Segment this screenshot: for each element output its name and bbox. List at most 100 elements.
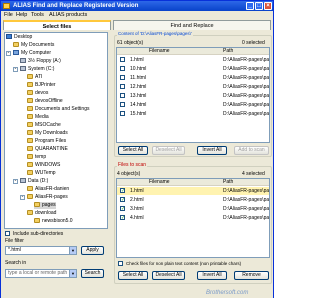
tree-item[interactable]: My Computer xyxy=(13,50,51,57)
tree-item-label: Program Files xyxy=(35,138,67,144)
file-filter-input[interactable]: *.html ▼ xyxy=(5,246,77,255)
tree-item[interactable]: Media xyxy=(27,114,49,121)
content-title: Content of 'D:\AliasFR-pages\pages\' xyxy=(117,31,193,36)
tree-item[interactable]: devosOffline xyxy=(27,98,63,105)
row-checkbox[interactable] xyxy=(120,214,125,222)
content-invert-all-button[interactable]: Invert All xyxy=(197,146,227,155)
tree-expander-icon[interactable]: - xyxy=(13,179,18,184)
scan-invert-all-button[interactable]: Invert All xyxy=(197,271,227,280)
menu-file[interactable]: File xyxy=(4,11,13,19)
tree-item[interactable]: QUARANTINE xyxy=(27,146,68,153)
tree-item[interactable]: My Documents xyxy=(13,42,54,49)
file-filter-value: *.html xyxy=(8,247,21,253)
tree-item-label: devosOffline xyxy=(35,98,63,104)
content-select-all-button[interactable]: Select All xyxy=(118,146,148,155)
folder-icon xyxy=(27,194,33,199)
tree-item[interactable]: Program Files xyxy=(27,138,66,145)
search-in-input[interactable]: type a local or remote path ▼ xyxy=(5,269,77,278)
col-path[interactable]: Path xyxy=(223,48,233,55)
tree-item[interactable]: 3½ Floppy (A:) xyxy=(20,58,61,65)
tree-expander-icon[interactable]: - xyxy=(6,51,11,56)
maximize-button[interactable]: □ xyxy=(255,2,263,10)
col-filename[interactable]: Filename xyxy=(149,179,170,186)
table-row[interactable]: 4.html D:\AliasFR-pages\pa xyxy=(117,214,269,222)
row-checkbox[interactable] xyxy=(120,187,125,195)
scan-header: Filename Path xyxy=(117,179,269,186)
row-checkbox[interactable] xyxy=(120,57,125,62)
table-row[interactable]: 11.html D:\AliasFR-pages\pa xyxy=(117,74,269,82)
tree-item-label: Documents and Settings xyxy=(35,106,90,112)
remove-button[interactable]: Remove xyxy=(234,271,269,280)
title-bar[interactable]: ALIAS Find and Replace Registered Versio… xyxy=(1,1,273,11)
tree-expander-icon[interactable]: - xyxy=(20,195,25,200)
non-plain-text-checkbox[interactable] xyxy=(118,261,123,266)
scan-list[interactable]: Filename Path 1.htmlD:\AliasFR-pages\pa2… xyxy=(116,178,270,258)
tree-item[interactable]: newsbison5.0 xyxy=(34,218,73,225)
table-row[interactable]: 1.html D:\AliasFR-pages\pa xyxy=(117,187,269,195)
close-button[interactable]: × xyxy=(264,2,272,10)
tree-item[interactable]: WUTemp xyxy=(27,170,56,177)
minimize-button[interactable]: _ xyxy=(246,2,254,10)
chevron-down-icon[interactable]: ▼ xyxy=(69,270,76,277)
tab-find-and-replace[interactable]: Find and Replace xyxy=(113,20,271,30)
tab-select-files[interactable]: Select files xyxy=(3,20,111,30)
tree-item[interactable]: Data (D:) xyxy=(20,178,48,185)
row-checkbox[interactable] xyxy=(120,75,125,80)
row-checkbox[interactable] xyxy=(120,66,125,71)
row-checkbox[interactable] xyxy=(120,111,125,116)
scan-select-all-button[interactable]: Select All xyxy=(118,271,148,280)
tree-item[interactable]: download xyxy=(27,210,56,217)
tree-item[interactable]: AliasFR-danien xyxy=(27,186,69,193)
menu-help[interactable]: Help xyxy=(16,11,27,19)
tree-item[interactable]: WINDOWS xyxy=(27,162,60,169)
chevron-down-icon[interactable]: ▼ xyxy=(69,247,76,254)
row-checkbox[interactable] xyxy=(120,102,125,107)
tree-item[interactable]: devos xyxy=(27,90,48,97)
file-filter-label: File filter xyxy=(5,238,24,244)
tree-item[interactable]: My Downloads xyxy=(27,130,68,137)
menu-alias-products[interactable]: ALIAS products xyxy=(49,11,87,19)
folder-tree[interactable]: Desktop My Documents My Computer - 3½ Floppy… xyxy=(4,32,108,229)
row-checkbox[interactable] xyxy=(120,93,125,98)
col-filename[interactable]: Filename xyxy=(149,48,170,55)
table-row[interactable]: 14.html D:\AliasFR-pages\pa xyxy=(117,101,269,109)
row-filename: 14.html xyxy=(130,102,147,108)
tree-expander-icon[interactable]: - xyxy=(13,67,18,72)
tree-item[interactable]: ATI xyxy=(27,74,42,81)
row-checkbox[interactable] xyxy=(120,196,125,204)
table-row[interactable]: 15.html D:\AliasFR-pages\pa xyxy=(117,110,269,118)
tree-item[interactable]: AliasFR-pages xyxy=(27,194,68,201)
include-subdirs-checkbox[interactable] xyxy=(5,231,10,236)
apply-button[interactable]: Apply xyxy=(81,246,104,255)
tree-item-label: Data (D:) xyxy=(28,178,49,184)
table-row[interactable]: 3.html D:\AliasFR-pages\pa xyxy=(117,205,269,213)
menu-bar: File Help Tools ALIAS products xyxy=(1,11,273,19)
row-checkbox[interactable] xyxy=(120,84,125,89)
folder-icon xyxy=(27,82,33,87)
row-checkbox[interactable] xyxy=(120,205,125,213)
tree-item-label: Media xyxy=(35,114,49,120)
table-row[interactable]: 10.html D:\AliasFR-pages\pa xyxy=(117,65,269,73)
content-selected: 0 selected xyxy=(242,40,265,46)
table-row[interactable]: 12.html D:\AliasFR-pages\pa xyxy=(117,83,269,91)
tree-item[interactable]: temp xyxy=(27,154,46,161)
content-list[interactable]: Filename Path 1.html D:\AliasFR-pages\pa 1… xyxy=(116,47,270,143)
tree-item[interactable]: Documents and Settings xyxy=(27,106,89,113)
folder-icon xyxy=(34,218,40,223)
content-deselect-all-button[interactable]: Deselect All xyxy=(152,146,185,155)
table-row[interactable]: 13.html D:\AliasFR-pages\pa xyxy=(117,92,269,100)
search-button[interactable]: Search xyxy=(81,269,104,278)
table-row[interactable]: 1.html D:\AliasFR-pages\pa xyxy=(117,56,269,64)
menu-tools[interactable]: Tools xyxy=(31,11,44,19)
folder-icon xyxy=(27,122,33,127)
tree-item[interactable]: pages xyxy=(34,202,56,209)
scan-deselect-all-button[interactable]: Deselect All xyxy=(152,271,185,280)
scan-selected: 4 selected xyxy=(242,171,265,177)
tree-item[interactable]: Desktop xyxy=(6,34,32,41)
add-to-scan-button[interactable]: Add to scan xyxy=(234,146,269,155)
tree-item[interactable]: MSOCache xyxy=(27,122,61,129)
tree-item[interactable]: BJPrinter xyxy=(27,82,56,89)
table-row[interactable]: 2.html D:\AliasFR-pages\pa xyxy=(117,196,269,204)
tree-item[interactable]: System (C:) xyxy=(20,66,54,73)
col-path[interactable]: Path xyxy=(223,179,233,186)
